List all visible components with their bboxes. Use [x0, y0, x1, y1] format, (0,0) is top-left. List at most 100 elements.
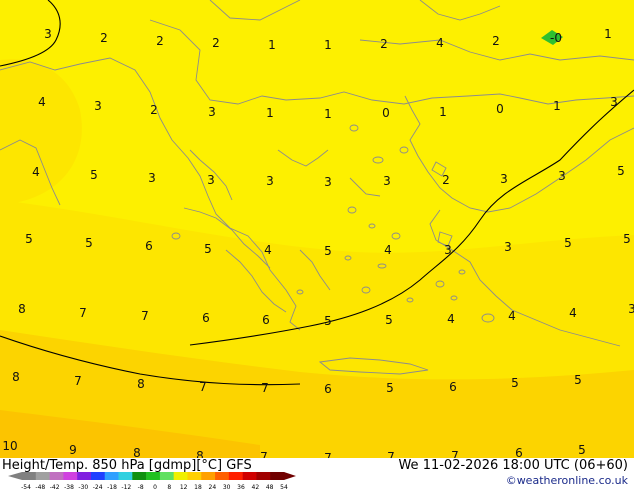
scale-swatch: [256, 472, 271, 480]
temperature-label: 1: [553, 99, 561, 113]
temperature-label: 5: [204, 242, 212, 256]
temperature-label: 3: [504, 240, 512, 254]
scale-tick-label: 18: [194, 484, 202, 490]
temperature-label: 4: [38, 95, 46, 109]
temperature-label: 5: [386, 381, 394, 395]
temperature-label: 0: [382, 106, 390, 120]
temperature-label: 3: [324, 175, 332, 189]
temperature-label: 8: [18, 302, 26, 316]
scale-swatch: [49, 472, 64, 480]
temperature-label: 6: [449, 380, 457, 394]
temperature-label: 3: [94, 99, 102, 113]
temperature-label: 3: [383, 174, 391, 188]
temperature-label: 4: [436, 36, 444, 50]
temperature-label: 1: [439, 105, 447, 119]
temperature-label: -0: [550, 31, 562, 45]
scale-swatch: [22, 472, 37, 480]
scale-tick-label: 30: [223, 484, 231, 490]
temperature-label: 2: [442, 173, 450, 187]
scale-tick-label: -24: [93, 484, 103, 490]
temperature-label: 2: [156, 34, 164, 48]
temperature-label: 5: [90, 168, 98, 182]
scale-swatch: [187, 472, 202, 480]
scale-tick-label: -42: [50, 484, 60, 490]
scale-tick-label: 0: [153, 484, 157, 490]
temperature-label: 7: [260, 450, 268, 458]
scale-tick-label: -12: [121, 484, 131, 490]
scale-tick-label: 48: [266, 484, 274, 490]
temperature-label: 3: [208, 105, 216, 119]
scale-swatches: [8, 472, 296, 480]
temperature-label: 7: [74, 374, 82, 388]
temperature-label: 4: [264, 243, 272, 257]
scale-swatch: [173, 472, 188, 480]
credit-link[interactable]: ©weatheronline.co.uk: [506, 474, 628, 487]
temperature-label: 9: [69, 443, 77, 457]
temperature-label: 5: [574, 373, 582, 387]
temperature-label: 2: [492, 34, 500, 48]
scale-swatch: [159, 472, 174, 480]
temperature-label: 5: [617, 164, 625, 178]
temperature-label: 10: [2, 439, 17, 453]
temperature-label: 7: [79, 306, 87, 320]
temperature-label: 5: [564, 236, 572, 250]
scale-tick-label: -8: [138, 484, 144, 490]
temperature-label: 5: [85, 236, 93, 250]
temperature-label: 8: [137, 377, 145, 391]
temperature-label: 7: [324, 451, 332, 458]
scale-tick-label: -30: [78, 484, 88, 490]
color-scale: -54 -48 -42 -38 -30 -24 -18 -12 -8 0 8 12 18 24 30 36 42…: [8, 472, 296, 490]
temperature-label: 2: [380, 37, 388, 51]
scale-tick-label: -18: [107, 484, 117, 490]
temperature-label: 0: [496, 102, 504, 116]
scale-swatch: [118, 472, 133, 480]
temperature-label: 8: [12, 370, 20, 384]
temperature-label: 1: [604, 27, 612, 41]
temperature-label: 5: [324, 244, 332, 258]
temperature-label: 3: [558, 169, 566, 183]
temperature-label: 6: [145, 239, 153, 253]
temperature-label: 4: [569, 306, 577, 320]
temperature-label: 2: [100, 31, 108, 45]
scale-swatch: [104, 472, 119, 480]
scale-tick-label: 54: [280, 484, 288, 490]
temperature-label: 3: [44, 27, 52, 41]
scale-tick-label: 36: [237, 484, 245, 490]
temperature-label: 4: [447, 312, 455, 326]
temperature-label: 1: [324, 38, 332, 52]
temperature-label: 3: [266, 174, 274, 188]
scale-swatch: [270, 472, 285, 480]
scale-swatch: [242, 472, 257, 480]
temperature-label: 5: [511, 376, 519, 390]
scale-arrow-left: [8, 472, 22, 480]
temperature-label: 2: [212, 36, 220, 50]
temperature-label: 4: [32, 165, 40, 179]
temperature-label: 6: [515, 446, 523, 458]
temperature-label: 1: [266, 106, 274, 120]
scale-tick-labels: -54 -48 -42 -38 -30 -24 -18 -12 -8 0 8 12 18 24 30 36 42…: [21, 484, 288, 490]
scale-swatch: [228, 472, 243, 480]
scale-swatch: [63, 472, 78, 480]
scale-tick-label: 8: [167, 484, 171, 490]
temperature-label: 1: [268, 38, 276, 52]
temperature-label: 5: [623, 232, 631, 246]
temperature-label: 6: [324, 382, 332, 396]
temperature-label: 7: [451, 449, 459, 458]
valid-datetime: We 11-02-2026 18:00 UTC (06+60): [398, 458, 628, 473]
weather-map: 3 2 2 2 1 1 2 4 2 -0 14 3 2 3 1 1 0 1 0 1 34 5 3 3 3 3 3 2 3 3 55 5 6 5 4 5…: [0, 0, 634, 458]
temperature-label: 6: [202, 311, 210, 325]
temperature-label: 5: [324, 314, 332, 328]
temperature-label: 5: [385, 313, 393, 327]
temperature-label: 7: [387, 450, 395, 458]
temperature-label: 8: [196, 449, 204, 458]
temperature-label: 4: [384, 243, 392, 257]
temperature-label: 6: [262, 313, 270, 327]
temperature-label: 4: [508, 309, 516, 323]
scale-tick-label: 42: [252, 484, 260, 490]
temperature-label: 5: [25, 232, 33, 246]
temperature-label: 8: [133, 446, 141, 458]
temperature-label: 3: [207, 173, 215, 187]
temperature-label: 5: [578, 443, 586, 457]
temperature-label: 3: [500, 172, 508, 186]
scale-tick-label: -48: [35, 484, 45, 490]
